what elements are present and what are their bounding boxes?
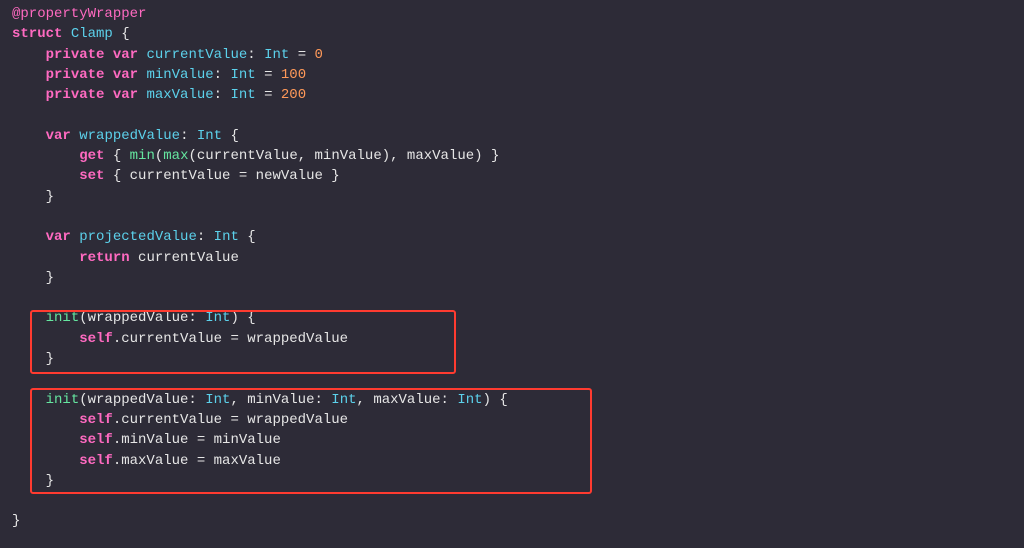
code-token: : xyxy=(214,87,222,103)
code-token: 0 xyxy=(315,47,323,63)
code-token: { xyxy=(113,148,121,164)
code-token: } xyxy=(46,351,54,367)
code-token: var xyxy=(46,128,71,144)
code-token: } xyxy=(46,189,54,205)
code-token: { currentValue = newValue } xyxy=(113,168,340,184)
code-token: @propertyWrapper xyxy=(12,6,146,22)
code-token: = xyxy=(264,87,272,103)
code-token: = xyxy=(264,67,272,83)
code-token: return xyxy=(79,250,129,266)
code-token: .currentValue = wrappedValue xyxy=(113,412,348,428)
code-token: Int xyxy=(264,47,289,63)
code-token: : xyxy=(214,67,222,83)
code-token: private var xyxy=(46,47,138,63)
code-token: : xyxy=(197,229,205,245)
code-token: , minValue: xyxy=(230,392,322,408)
code-token: self xyxy=(79,453,113,469)
code-token: var xyxy=(46,229,71,245)
code-token: init xyxy=(46,392,80,408)
code-token: { xyxy=(231,128,239,144)
code-token: } xyxy=(12,513,20,529)
code-token: get xyxy=(79,148,104,164)
code-token: = xyxy=(298,47,306,63)
code-token: self xyxy=(79,331,113,347)
code-token: , maxValue: xyxy=(357,392,449,408)
code-token: .minValue = minValue xyxy=(113,432,281,448)
code-token: : xyxy=(180,128,188,144)
code-token: ) { xyxy=(230,310,255,326)
code-token: } xyxy=(46,473,54,489)
code-token: (wrappedValue: xyxy=(79,392,197,408)
code-token: ) { xyxy=(483,392,508,408)
code-token: Int xyxy=(214,229,239,245)
code-token: Int xyxy=(230,87,255,103)
code-token: Int xyxy=(197,128,222,144)
code-token: self xyxy=(79,412,113,428)
code-token: } xyxy=(46,270,54,286)
code-token: Int xyxy=(205,310,230,326)
code-token: (currentValue, minValue), maxValue) } xyxy=(189,148,500,164)
code-token: init xyxy=(46,310,80,326)
code-token: Int xyxy=(205,392,230,408)
code-token: { xyxy=(121,26,129,42)
code-token: (wrappedValue: xyxy=(79,310,197,326)
code-token: Clamp xyxy=(71,26,113,42)
code-token: max xyxy=(163,148,188,164)
code-token: .maxValue = maxValue xyxy=(113,453,281,469)
code-token: wrappedValue xyxy=(79,128,180,144)
code-token: { xyxy=(247,229,255,245)
code-token: self xyxy=(79,432,113,448)
code-token: min xyxy=(130,148,155,164)
code-token: currentValue xyxy=(146,47,247,63)
code-token: Int xyxy=(457,392,482,408)
code-token: projectedValue xyxy=(79,229,197,245)
code-token: 200 xyxy=(281,87,306,103)
code-token: private var xyxy=(46,87,138,103)
code-block: @propertyWrapper struct Clamp { private … xyxy=(0,0,1024,548)
code-token: struct xyxy=(12,26,62,42)
code-token: Int xyxy=(230,67,255,83)
code-token: set xyxy=(79,168,104,184)
code-token: currentValue xyxy=(138,250,239,266)
code-token: maxValue xyxy=(146,87,213,103)
code-token: : xyxy=(247,47,255,63)
code-token: Int xyxy=(331,392,356,408)
code-token: .currentValue = wrappedValue xyxy=(113,331,348,347)
code-token: 100 xyxy=(281,67,306,83)
code-token: minValue xyxy=(146,67,213,83)
code-token: private var xyxy=(46,67,138,83)
